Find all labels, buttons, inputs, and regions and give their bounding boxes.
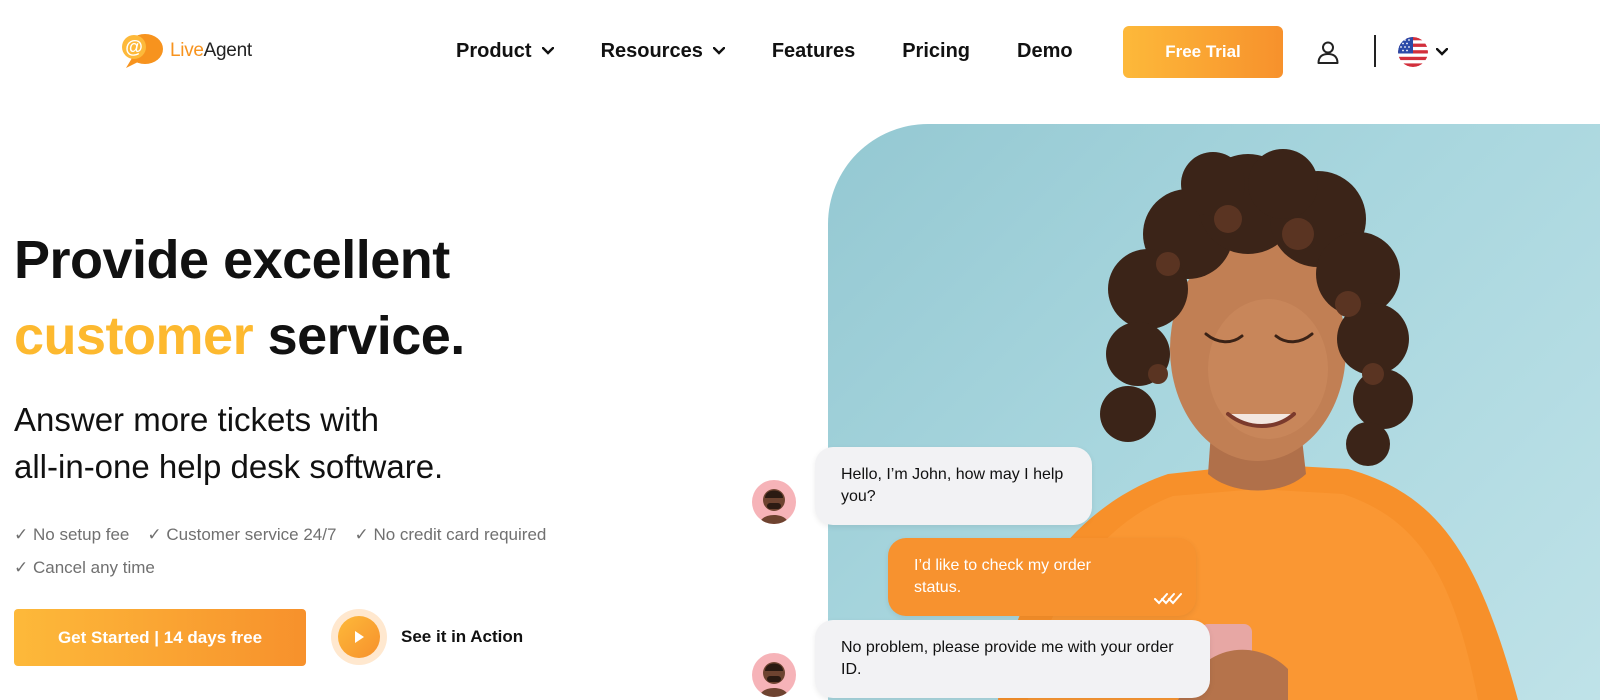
svg-text:@: @ xyxy=(125,37,143,57)
nav-resources[interactable]: Resources xyxy=(601,40,725,63)
headline-accent: customer xyxy=(14,306,254,366)
user-icon[interactable] xyxy=(1316,40,1340,64)
agent-avatar xyxy=(752,653,796,697)
check-item: ✓ Cancel any time xyxy=(14,558,155,577)
nav-product-label: Product xyxy=(456,39,532,62)
nav-product[interactable]: Product xyxy=(456,40,554,63)
header-divider xyxy=(1374,35,1376,67)
chevron-down-icon xyxy=(1436,48,1448,56)
get-started-button[interactable]: Get Started | 14 days free xyxy=(14,609,306,666)
headline-line-2: customer service. xyxy=(14,298,465,374)
see-it-in-action-label: See it in Action xyxy=(401,627,524,646)
main-nav: Product Resources Features Pricing Demo xyxy=(456,36,1073,66)
nav-demo-label: Demo xyxy=(1017,39,1073,62)
play-icon xyxy=(355,631,364,643)
chat-message-user-text: I’d like to check my order status. xyxy=(914,557,1091,596)
check-item: ✓ No setup fee xyxy=(14,525,130,544)
read-receipt-icon xyxy=(1154,593,1182,605)
check-icon: ✓ xyxy=(147,525,162,544)
nav-demo[interactable]: Demo xyxy=(1017,40,1073,63)
play-button[interactable] xyxy=(331,609,387,665)
logo-text: LiveAgent xyxy=(170,40,252,61)
subhead-line-2: all-in-one help desk software. xyxy=(14,448,444,485)
benefit-checklist: ✓ No setup fee ✓ Customer service 24/7 ✓… xyxy=(14,518,614,584)
subhead-line-1: Answer more tickets with xyxy=(14,401,379,438)
nav-pricing[interactable]: Pricing xyxy=(902,40,970,63)
language-selector[interactable] xyxy=(1398,37,1448,67)
check-icon: ✓ xyxy=(14,525,29,544)
nav-features-label: Features xyxy=(771,39,856,62)
see-it-in-action-link[interactable]: See it in Action xyxy=(331,609,523,665)
nav-pricing-label: Pricing xyxy=(902,39,971,62)
logo[interactable]: @ LiveAgent xyxy=(118,32,252,70)
nav-resources-label: Resources xyxy=(600,39,703,62)
check-icon: ✓ xyxy=(354,525,369,544)
check-item: ✓ No credit card required xyxy=(354,525,547,544)
hero-headline: Provide excellent customer service. xyxy=(14,222,465,374)
agent-avatar xyxy=(752,480,796,524)
hero-subheadline: Answer more tickets with all-in-one help… xyxy=(14,396,443,490)
logo-mark-icon: @ xyxy=(122,34,163,68)
chat-message-agent-2: No problem, please provide me with your … xyxy=(815,620,1210,698)
check-icon: ✓ xyxy=(14,558,29,577)
chat-message-user: I’d like to check my order status. xyxy=(888,538,1196,616)
headline-line-1: Provide excellent xyxy=(14,230,450,290)
chat-message-agent-1: Hello, I’m John, how may I help you? xyxy=(815,447,1092,525)
chevron-down-icon xyxy=(541,47,554,55)
chevron-down-icon xyxy=(712,47,725,55)
free-trial-button[interactable]: Free Trial xyxy=(1123,26,1283,78)
headline-rest: service. xyxy=(253,306,466,366)
us-flag-icon xyxy=(1398,37,1428,67)
check-item: ✓ Customer service 24/7 xyxy=(147,525,337,544)
nav-features[interactable]: Features xyxy=(772,40,855,63)
